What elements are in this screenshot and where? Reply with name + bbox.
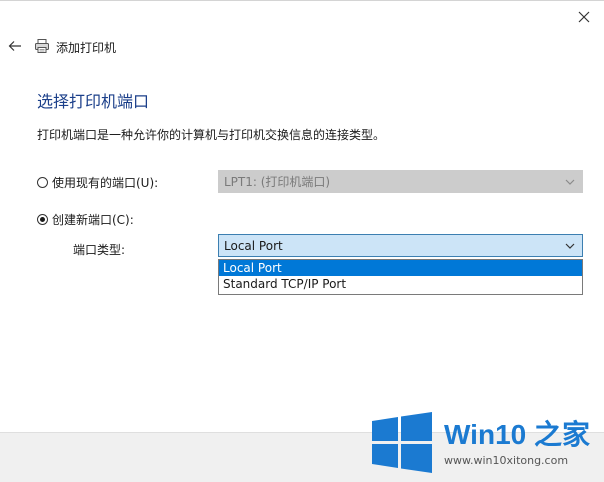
new-port-radio[interactable] — [37, 214, 48, 225]
watermark-brand: Win10 之家 — [444, 418, 590, 450]
chevron-down-icon — [565, 179, 575, 185]
printer-icon — [35, 39, 49, 53]
watermark-url: www.win10xitong.com — [444, 453, 569, 467]
dropdown-option-local-port[interactable]: Local Port — [219, 260, 582, 276]
dropdown-option-standard-tcpip-port[interactable]: Standard TCP/IP Port — [219, 276, 582, 292]
existing-port-select: LPT1: (打印机端口) — [218, 170, 583, 193]
existing-port-radio[interactable] — [37, 177, 48, 188]
new-port-label: 创建新端口(C): — [52, 213, 134, 227]
close-icon — [578, 11, 590, 23]
page-description: 打印机端口是一种允许你的计算机与打印机交换信息的连接类型。 — [37, 128, 386, 142]
port-type-label: 端口类型: — [73, 243, 126, 257]
chevron-down-icon — [565, 243, 575, 249]
existing-port-select-value: LPT1: (打印机端口) — [224, 175, 331, 189]
back-arrow-icon — [8, 41, 21, 51]
windows-logo-icon — [372, 412, 432, 473]
add-printer-window: 添加打印机 选择打印机端口 打印机端口是一种允许你的计算机与打印机交换信息的连接… — [0, 0, 604, 482]
back-button[interactable] — [6, 37, 24, 55]
port-type-select[interactable]: Local Port — [218, 234, 583, 257]
page-heading: 选择打印机端口 — [37, 92, 150, 111]
port-type-dropdown-list: Local Port Standard TCP/IP Port — [218, 259, 583, 295]
window-title: 添加打印机 — [56, 41, 117, 55]
watermark: Win10 之家 www.win10xitong.com — [370, 406, 602, 480]
new-port-radio-option[interactable]: 创建新端口(C): — [37, 211, 134, 228]
port-type-select-value: Local Port — [224, 238, 283, 253]
existing-port-radio-option[interactable]: 使用现有的端口(U): — [37, 174, 158, 191]
existing-port-label: 使用现有的端口(U): — [52, 176, 159, 190]
close-button[interactable] — [574, 7, 594, 27]
